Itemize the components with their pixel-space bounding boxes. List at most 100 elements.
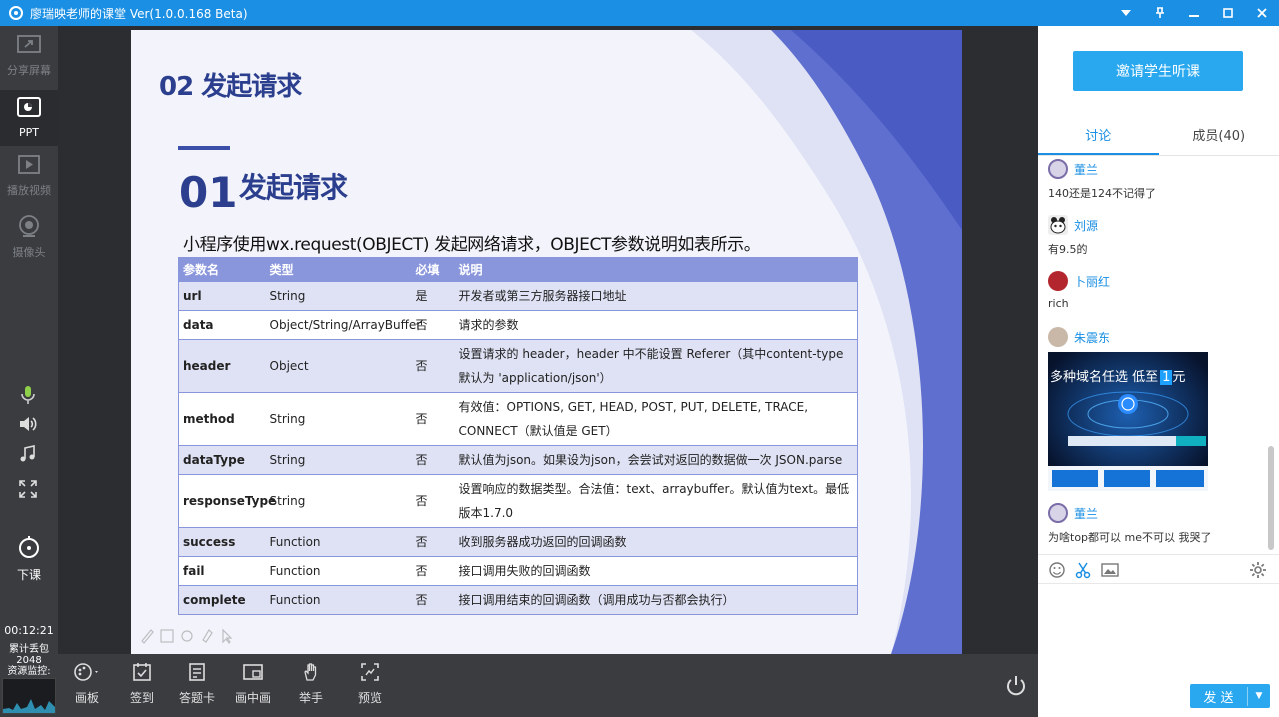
tab-discussion[interactable]: 讨论 bbox=[1038, 126, 1159, 155]
table-row: dataType String 否默认值为json。如果设为json，会尝试对返回的… bbox=[178, 445, 858, 475]
resource-monitor-label: 资源监控: bbox=[7, 666, 51, 677]
play-video-icon bbox=[16, 154, 42, 179]
avatar bbox=[1048, 215, 1068, 235]
cell-type: Function bbox=[265, 585, 412, 615]
camera-button[interactable]: 摄像头 bbox=[0, 214, 58, 266]
image-icon[interactable] bbox=[1100, 561, 1119, 579]
left-toolbar: 分享屏幕 PPT 播放视频 摄像头 下课 00:12:21 累计丢包 2048 … bbox=[0, 26, 58, 717]
sender-name: 朱震东 bbox=[1074, 330, 1111, 345]
cell-type: Object/String/ArrayBuffer bbox=[265, 310, 421, 340]
speaker-icon[interactable] bbox=[17, 413, 39, 435]
preview-button[interactable]: 预览 bbox=[345, 662, 395, 706]
answer-card-button[interactable]: 答题卡 bbox=[172, 662, 222, 706]
resource-monitor-graph bbox=[2, 678, 56, 714]
send-button[interactable]: 发 送 ▼ bbox=[1190, 684, 1270, 708]
cell-required: 否 bbox=[411, 392, 455, 446]
raise-hand-button[interactable]: 举手 bbox=[286, 662, 336, 706]
pointer-icon[interactable] bbox=[219, 628, 235, 648]
cell-required: 否 bbox=[411, 585, 455, 615]
cell-type: String bbox=[265, 281, 412, 311]
eraser-icon[interactable] bbox=[179, 628, 195, 648]
fullscreen-icon[interactable] bbox=[17, 478, 39, 500]
scissors-icon[interactable] bbox=[1074, 561, 1092, 579]
end-class-button[interactable]: 下课 bbox=[0, 534, 58, 586]
cell-type: Function bbox=[265, 556, 412, 586]
end-class-icon bbox=[16, 534, 42, 563]
table-row: method String 否有效值：OPTIONS, GET, HEAD, POS… bbox=[178, 392, 858, 446]
table-row: header Object 否设置请求的 header，header 中不能设置 R… bbox=[178, 339, 858, 393]
cell-param: success bbox=[178, 527, 266, 557]
play-video-button[interactable]: 播放视频 bbox=[0, 154, 58, 206]
section-title: 02 发起请求 bbox=[159, 72, 302, 102]
pen-tools bbox=[139, 628, 235, 648]
chat-scrollbar[interactable] bbox=[1268, 446, 1274, 550]
chat-message-input[interactable] bbox=[1038, 584, 1279, 680]
packet-loss-label: 累计丢包 bbox=[9, 644, 49, 655]
cell-required: 否 bbox=[411, 527, 455, 557]
cell-desc: 接口调用失败的回调函数 bbox=[454, 556, 858, 586]
list-item: 朱震东 bbox=[1048, 326, 1268, 348]
invite-students-button[interactable]: 邀请学生听课 bbox=[1073, 51, 1243, 91]
list-item: 董兰 为啥top都可以 me不可以 我哭了 bbox=[1048, 502, 1268, 545]
send-label: 发 送 bbox=[1190, 686, 1248, 706]
cell-param: method bbox=[178, 392, 266, 446]
cell-param: data bbox=[178, 310, 266, 340]
list-item: 卜丽红 rich bbox=[1048, 270, 1268, 310]
list-item: 刘源 有9.5的 bbox=[1048, 214, 1268, 257]
music-icon[interactable] bbox=[17, 443, 39, 465]
cell-desc: 默认值为json。如果设为json，会尝试对返回的数据做一次 JSON.pars… bbox=[454, 445, 858, 475]
sign-in-button[interactable]: 签到 bbox=[117, 662, 167, 706]
emoji-icon[interactable] bbox=[1048, 561, 1066, 579]
chat-list: 董兰 140还是124不记得了 刘源 有9.5的 卜丽红 rich 朱震东 多种… bbox=[1038, 156, 1269, 554]
send-options-chevron-icon[interactable]: ▼ bbox=[1248, 691, 1270, 701]
gear-icon[interactable] bbox=[1249, 561, 1267, 579]
col-header-type: 类型 bbox=[265, 257, 412, 282]
shared-ad-image[interactable]: 多种域名任选 低至 1 元 bbox=[1048, 352, 1208, 491]
ad-headline: 多种域名任选 低至 1 元 bbox=[1050, 366, 1185, 385]
tab-members[interactable]: 成员(40) bbox=[1159, 126, 1279, 155]
maximize-button[interactable] bbox=[1211, 0, 1245, 26]
marker-icon[interactable] bbox=[199, 628, 215, 648]
bottom-toolbar: 画板 签到 答题卡 画中画 举手 预览 bbox=[58, 654, 1038, 717]
cell-type: String bbox=[265, 445, 412, 475]
palette-button[interactable]: 画板 bbox=[62, 662, 112, 706]
list-item: 董兰 140还是124不记得了 bbox=[1048, 158, 1268, 201]
class-timer: 00:12:21 bbox=[4, 624, 54, 637]
sender-name: 董兰 bbox=[1074, 162, 1099, 177]
app-window: 廖瑞映老师的课堂 Ver(1.0.0.168 Beta) 分享屏幕 PPT 播放… bbox=[0, 0, 1279, 717]
picture-in-picture-button[interactable]: 画中画 bbox=[228, 662, 278, 706]
cell-required: 否 bbox=[411, 474, 455, 528]
dropdown-menu-button[interactable] bbox=[1109, 0, 1143, 26]
cell-desc: 请求的参数 bbox=[454, 310, 858, 340]
sender-name: 卜丽红 bbox=[1074, 274, 1111, 289]
ppt-button[interactable]: PPT bbox=[0, 90, 58, 146]
window-title: 廖瑞映老师的课堂 Ver(1.0.0.168 Beta) bbox=[30, 6, 248, 21]
raise-hand-icon bbox=[301, 662, 321, 685]
palette-icon bbox=[73, 662, 101, 685]
board-icon[interactable] bbox=[159, 628, 175, 648]
sender-name: 刘源 bbox=[1074, 218, 1099, 233]
share-screen-icon bbox=[16, 34, 42, 59]
sign-in-icon bbox=[132, 662, 152, 685]
table-row: success Function 否收到服务器成功返回的回调函数 bbox=[178, 527, 858, 557]
ppt-slide: 02 发起请求 01 发起请求 小程序使用wx.request(OBJECT) … bbox=[131, 30, 962, 654]
minimize-button[interactable] bbox=[1177, 0, 1211, 26]
col-header-name: 参数名 bbox=[178, 257, 266, 282]
ad-price: 1 bbox=[1160, 370, 1173, 385]
ad-unit: 元 bbox=[1172, 370, 1186, 385]
ad-headline-text: 多种域名任选 低至 bbox=[1050, 370, 1159, 385]
share-screen-button[interactable]: 分享屏幕 bbox=[0, 34, 58, 86]
power-icon[interactable] bbox=[1004, 674, 1028, 698]
pen-icon[interactable] bbox=[139, 628, 155, 648]
packet-loss-value: 2048 bbox=[16, 655, 42, 666]
cell-type: String bbox=[265, 392, 412, 446]
slide-description: 小程序使用wx.request(OBJECT) 发起网络请求，OBJECT参数说… bbox=[183, 235, 761, 255]
cell-param: responseType bbox=[178, 474, 276, 528]
close-button[interactable] bbox=[1245, 0, 1279, 26]
microphone-icon[interactable] bbox=[17, 384, 39, 406]
panel-tabs: 讨论 成员(40) bbox=[1038, 126, 1279, 156]
table-row: fail Function 否接口调用失败的回调函数 bbox=[178, 556, 858, 586]
preview-icon bbox=[360, 662, 380, 685]
sub-title: 发起请求 bbox=[239, 171, 348, 204]
pin-window-button[interactable] bbox=[1143, 0, 1177, 26]
